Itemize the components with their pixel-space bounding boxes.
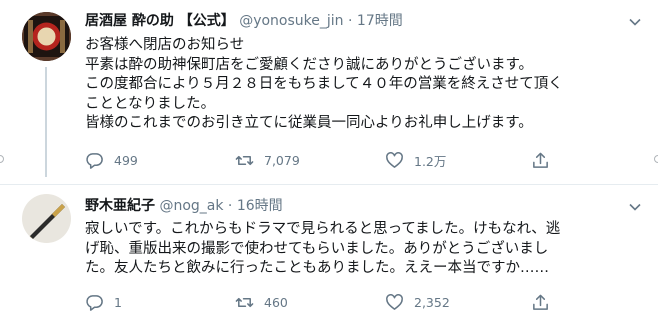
like-button[interactable]: 2,352 xyxy=(385,293,450,312)
tweet-header: 居酒屋 酔の助 【公式】 @yonosuke_jin · 17時間 xyxy=(85,11,403,31)
chevron-down-icon[interactable] xyxy=(628,200,642,214)
retweet-icon xyxy=(235,155,254,166)
tweet-text-line: こととなりました。 xyxy=(85,95,216,112)
reply-button[interactable]: 499 xyxy=(85,151,138,170)
retweet-button[interactable]: 460 xyxy=(235,293,288,312)
tweet-text: 寂しいです。これからもドラマで見られると思ってました。けもなれ、逃 げ恥、重版出… xyxy=(85,220,640,279)
tweet-text-line: た。友人たちと飲みに行ったこともありました。ええー本当ですか…… xyxy=(85,260,549,276)
tweet-text-line: お客様へ閉店のお知らせ xyxy=(85,37,245,53)
retweet-button[interactable]: 7,079 xyxy=(235,151,300,170)
share-button[interactable] xyxy=(531,151,560,170)
reply-icon xyxy=(86,295,103,311)
tweet-text-line: 皆様のこれまでのお引き立てに従業員一同心よりお礼申し上げます。 xyxy=(85,115,533,131)
tweet-yonosuke[interactable]: 居酒屋 酔の助 【公式】 @yonosuke_jin · 17時間 お客様へ閉店… xyxy=(0,0,658,184)
tweet-actions: 1 460 2,352 xyxy=(85,293,565,313)
retweet-count: 460 xyxy=(264,295,288,310)
display-name[interactable]: 野木亜紀子 xyxy=(85,198,155,214)
tweet-text-line: げ恥、重版出来の撮影で使わせてもらいました。ありがとうございまし xyxy=(85,240,549,257)
like-count: 1.2万 xyxy=(414,154,447,169)
tweet-text: お客様へ閉店のお知らせ 平素は酔の助神保町店をご愛顧くださり誠にありがとうござい… xyxy=(85,36,640,134)
user-handle[interactable]: @yonosuke_jin xyxy=(239,13,343,29)
tweet-text-line: 寂しいです。これからもドラマで見られると思ってました。けもなれ、逃 xyxy=(85,221,561,237)
user-handle[interactable]: @nog_ak xyxy=(159,198,223,214)
tweet-text-line: 平素は酔の助神保町店をご愛顧くださり誠にありがとうございます。 xyxy=(85,56,534,73)
tweet-time[interactable]: 16時間 xyxy=(237,198,283,214)
reply-count: 1 xyxy=(114,295,122,310)
like-icon xyxy=(386,294,403,310)
share-icon xyxy=(533,152,548,168)
display-name[interactable]: 居酒屋 酔の助 【公式】 xyxy=(85,13,235,29)
chevron-down-icon[interactable] xyxy=(628,15,642,29)
like-icon xyxy=(386,152,403,168)
reply-count: 499 xyxy=(114,153,138,168)
tweet-text-line: この度都合により５月２８日をもちまして４０年の営業を終えさせて頂く xyxy=(85,76,563,92)
tweet-header: 野木亜紀子 @nog_ak · 16時間 xyxy=(85,196,283,216)
like-count: 2,352 xyxy=(414,295,450,310)
share-icon xyxy=(533,294,548,310)
avatar-nog-ak[interactable] xyxy=(22,194,71,243)
share-button[interactable] xyxy=(531,293,560,312)
retweet-count: 7,079 xyxy=(264,153,300,168)
thread-line xyxy=(45,67,47,177)
tweet-time[interactable]: 17時間 xyxy=(357,13,403,29)
reply-icon xyxy=(86,153,103,169)
separator-dot: · xyxy=(227,198,233,214)
separator-dot: · xyxy=(348,13,353,29)
like-button[interactable]: 1.2万 xyxy=(385,151,446,170)
reply-button[interactable]: 1 xyxy=(85,293,122,312)
tweet-nog-ak[interactable]: 野木亜紀子 @nog_ak · 16時間 寂しいです。これからもドラマで見られる… xyxy=(0,185,658,324)
avatar-yonosuke[interactable] xyxy=(22,12,71,61)
tweet-actions: 499 7,079 1.2万 xyxy=(85,151,565,171)
retweet-icon xyxy=(235,297,254,308)
